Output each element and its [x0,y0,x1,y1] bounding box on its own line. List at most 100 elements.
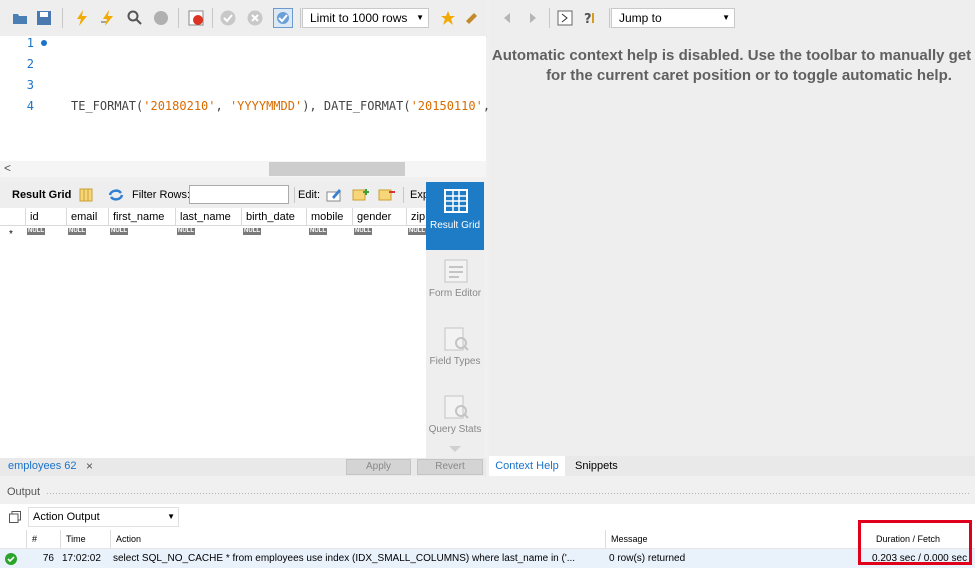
col-action-header[interactable]: Action [110,530,605,548]
editor-horizontal-scrollbar[interactable]: < [0,161,486,177]
row-message: 0 row(s) returned [609,553,686,564]
null-cell[interactable]: NULL [408,228,426,235]
new-row-marker: * [9,229,13,240]
output-title: Output [7,486,41,498]
col-time-header[interactable]: Time [60,530,110,548]
insert-row-icon[interactable] [352,187,370,203]
null-cell[interactable]: NULL [68,228,86,235]
column-header[interactable]: zip [407,208,426,226]
apply-button[interactable]: Apply [346,459,411,475]
rollback-x-icon[interactable] [245,8,265,28]
result-grid-view-button[interactable]: Result Grid [426,182,484,250]
col-message-header[interactable]: Message [605,530,857,548]
toolbar-separator [300,8,301,28]
output-mode-select[interactable]: Action Output ▼ [28,507,179,527]
scroll-down-icon[interactable] [449,446,461,452]
help-toolbar: ? Jump to ▼ [489,0,975,37]
result-grid-title: Result Grid [12,189,72,201]
tab-snippets[interactable]: Snippets [575,456,618,476]
null-cell[interactable]: NULL [177,228,195,235]
revert-button[interactable]: Revert [417,459,483,475]
toggle-error-icon[interactable] [186,8,206,28]
sql-editor[interactable]: 1 2 3 4 TE_FORMAT('20180210', 'YYYYMMDD'… [0,36,490,161]
row-duration: 0.203 sec / 0.000 sec [872,553,968,564]
output-mode-bar: Action Output ▼ [0,504,975,530]
form-editor-view-button[interactable]: Form Editor [426,254,484,318]
save-icon[interactable] [34,8,54,28]
column-header[interactable]: email [67,208,109,226]
col-duration-header[interactable]: Duration / Fetch [869,530,975,548]
output-header: Output [0,484,975,502]
copy-icon[interactable] [9,511,21,526]
scrollbar-thumb[interactable] [269,162,405,176]
null-cell[interactable]: NULL [243,228,261,235]
open-folder-icon[interactable] [10,8,30,28]
manual-help-icon[interactable] [555,8,575,28]
row-index: 76 [42,553,54,564]
column-header[interactable]: id [26,208,67,226]
query-stats-label: Query Stats [428,424,482,435]
result-view-switcher: Result Grid Form Editor Field Types Quer… [426,182,484,458]
string-literal: '20180210' [143,99,216,113]
refresh-icon[interactable] [108,188,124,202]
grid-columns-icon[interactable] [79,188,93,202]
query-stats-view-button[interactable]: Query Stats [426,390,484,456]
svg-text:?: ? [584,12,592,26]
statement-marker-icon [41,40,47,46]
execute-lightning-icon[interactable] [72,8,92,28]
forward-arrow-icon[interactable] [523,8,543,28]
null-cell[interactable]: NULL [110,228,128,235]
form-editor-icon [443,258,469,287]
field-types-view-button[interactable]: Field Types [426,322,484,386]
add-snippet-star-icon[interactable] [438,8,458,28]
result-tab-label[interactable]: employees 62 [8,460,77,472]
null-cell[interactable]: NULL [27,228,45,235]
row-time: 17:02:02 [62,553,101,564]
back-arrow-icon[interactable] [497,8,517,28]
tab-context-help[interactable]: Context Help [489,456,565,476]
help-tab-bar: Context Help Snippets [489,456,975,476]
code-token: ), DATE_FORMAT( [302,99,411,113]
beautify-icon[interactable] [462,8,480,28]
filter-rows-input[interactable] [189,185,289,204]
row-header-corner [0,208,26,226]
close-tab-icon[interactable]: × [86,459,93,473]
jump-to-select[interactable]: Jump to ▼ [611,8,735,28]
limit-rows-select[interactable]: Limit to 1000 rows ▼ [302,8,429,28]
autocommit-toggle-icon[interactable] [273,8,293,28]
auto-help-icon[interactable]: ? [581,8,601,28]
column-header[interactable]: first_name [109,208,176,226]
output-mode-value: Action Output [33,511,100,523]
edit-row-icon[interactable] [326,187,342,203]
code-line-4[interactable]: TE_FORMAT('20180210', 'YYYYMMDD'), DATE_… [71,99,490,113]
column-header[interactable]: last_name [176,208,242,226]
null-cell[interactable]: NULL [309,228,327,235]
execute-current-icon[interactable] [98,8,118,28]
output-row[interactable]: 76 17:02:02 select SQL_NO_CACHE * from e… [0,549,975,568]
output-grip[interactable] [46,492,971,495]
line-number: 2 [26,57,34,71]
toolbar-separator [212,8,213,28]
success-check-icon [5,553,17,568]
string-literal: 'YYYYMMDD' [229,99,303,113]
chevron-down-icon: ▼ [722,13,730,22]
context-help-message: Automatic context help is disabled. Use … [491,47,975,84]
toolbar-separator [609,8,610,28]
column-header[interactable]: gender [353,208,407,226]
column-header[interactable]: mobile [307,208,353,226]
stop-hand-icon[interactable] [151,8,171,28]
line-number: 1 [26,36,34,50]
explain-magnifier-icon[interactable] [125,8,145,28]
null-cell[interactable]: NULL [354,228,372,235]
panel-splitter[interactable] [0,476,975,484]
line-number: 3 [26,78,34,92]
col-index-header[interactable]: # [26,530,60,548]
scroll-left-icon[interactable]: < [4,161,11,175]
column-header[interactable]: birth_date [242,208,307,226]
result-grid-table: id email first_name last_name birth_date… [0,208,426,458]
commit-check-icon[interactable] [218,8,238,28]
string-literal: '20150110' [410,99,483,113]
toolbar-separator [403,187,404,203]
row-action: select SQL_NO_CACHE * from employees use… [113,553,576,564]
delete-row-icon[interactable] [378,187,396,203]
